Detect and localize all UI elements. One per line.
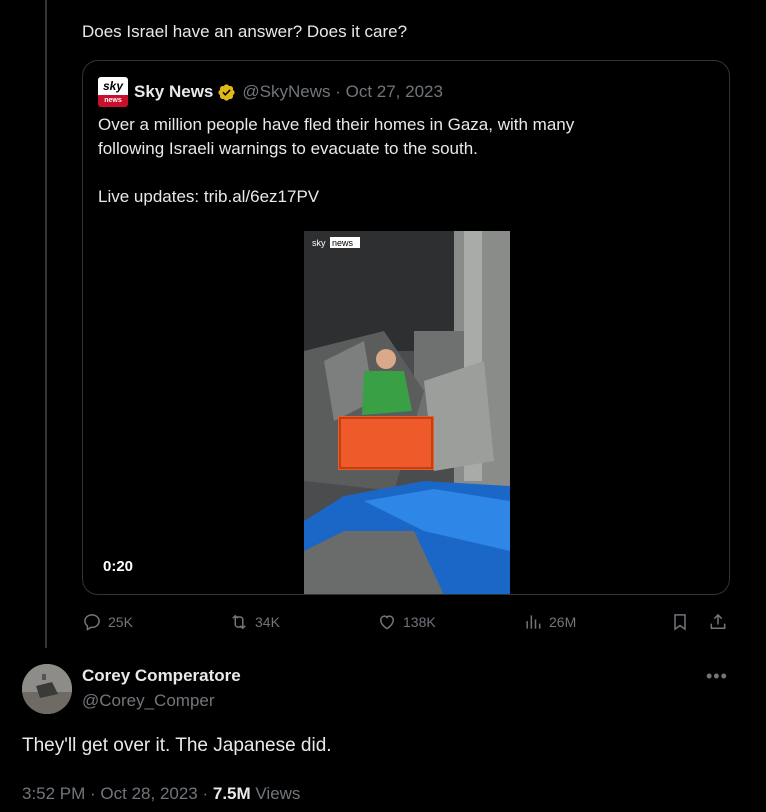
heart-icon bbox=[379, 615, 395, 630]
more-options-icon[interactable]: ••• bbox=[706, 666, 728, 687]
reply-author-name[interactable]: Corey Comperatore bbox=[82, 666, 241, 686]
quoted-author-name[interactable]: Sky News bbox=[134, 82, 213, 102]
quoted-handle-date: @SkyNews · Oct 27, 2023 bbox=[242, 82, 443, 101]
avatar-image bbox=[22, 664, 72, 714]
sky-news-watermark: sky news bbox=[312, 237, 360, 248]
avatar[interactable] bbox=[22, 664, 72, 714]
repost-icon bbox=[232, 614, 246, 630]
svg-text:sky: sky bbox=[312, 238, 326, 248]
tweet-views-label: Views bbox=[250, 784, 301, 803]
sky-logo-bottom: news bbox=[98, 95, 128, 107]
video-frame-image: sky news bbox=[304, 231, 510, 594]
tweet-views-count: 7.5M bbox=[212, 784, 251, 803]
share-button[interactable] bbox=[708, 612, 728, 637]
share-icon bbox=[710, 613, 726, 629]
svg-text:news: news bbox=[332, 238, 354, 248]
views-button[interactable]: 26M bbox=[523, 612, 576, 632]
like-button[interactable]: 138K bbox=[377, 612, 436, 632]
bookmark-button[interactable] bbox=[670, 612, 690, 637]
reply-count: 25K bbox=[108, 614, 133, 630]
quoted-tweet-header: sky news Sky News @SkyNews · Oct 27, 202… bbox=[98, 77, 443, 107]
repost-count: 34K bbox=[255, 614, 280, 630]
video-thumbnail[interactable]: sky news bbox=[304, 231, 510, 594]
sky-news-avatar[interactable]: sky news bbox=[98, 77, 128, 107]
thread-line bbox=[45, 0, 47, 648]
reply-text: They'll get over it. The Japanese did. bbox=[22, 735, 332, 756]
thread-tweet-text: Does Israel have an answer? Does it care… bbox=[82, 22, 408, 41]
views-count: 26M bbox=[549, 614, 577, 630]
tweet-actions: 25K 34K 138K 26M bbox=[82, 612, 742, 636]
tweet-meta: 3:52 PM · Oct 28, 2023 · 7.5M Views bbox=[22, 784, 300, 804]
bookmark-icon bbox=[674, 614, 686, 631]
analytics-icon bbox=[526, 615, 541, 629]
verified-gold-badge-icon bbox=[218, 83, 236, 101]
like-count: 138K bbox=[403, 614, 436, 630]
sky-logo-top: sky bbox=[98, 77, 128, 95]
reply-author-handle[interactable]: @Corey_Comper bbox=[82, 691, 215, 711]
reply-button[interactable]: 25K bbox=[82, 612, 133, 632]
tweet-timestamp[interactable]: 3:52 PM · Oct 28, 2023 · bbox=[22, 784, 213, 803]
quoted-tweet[interactable]: sky news Sky News @SkyNews · Oct 27, 202… bbox=[82, 60, 730, 595]
video-duration: 0:20 bbox=[103, 558, 134, 575]
quoted-tweet-text: Over a million people have fled their ho… bbox=[98, 115, 575, 206]
repost-button[interactable]: 34K bbox=[229, 612, 280, 632]
reply-icon bbox=[84, 614, 100, 631]
